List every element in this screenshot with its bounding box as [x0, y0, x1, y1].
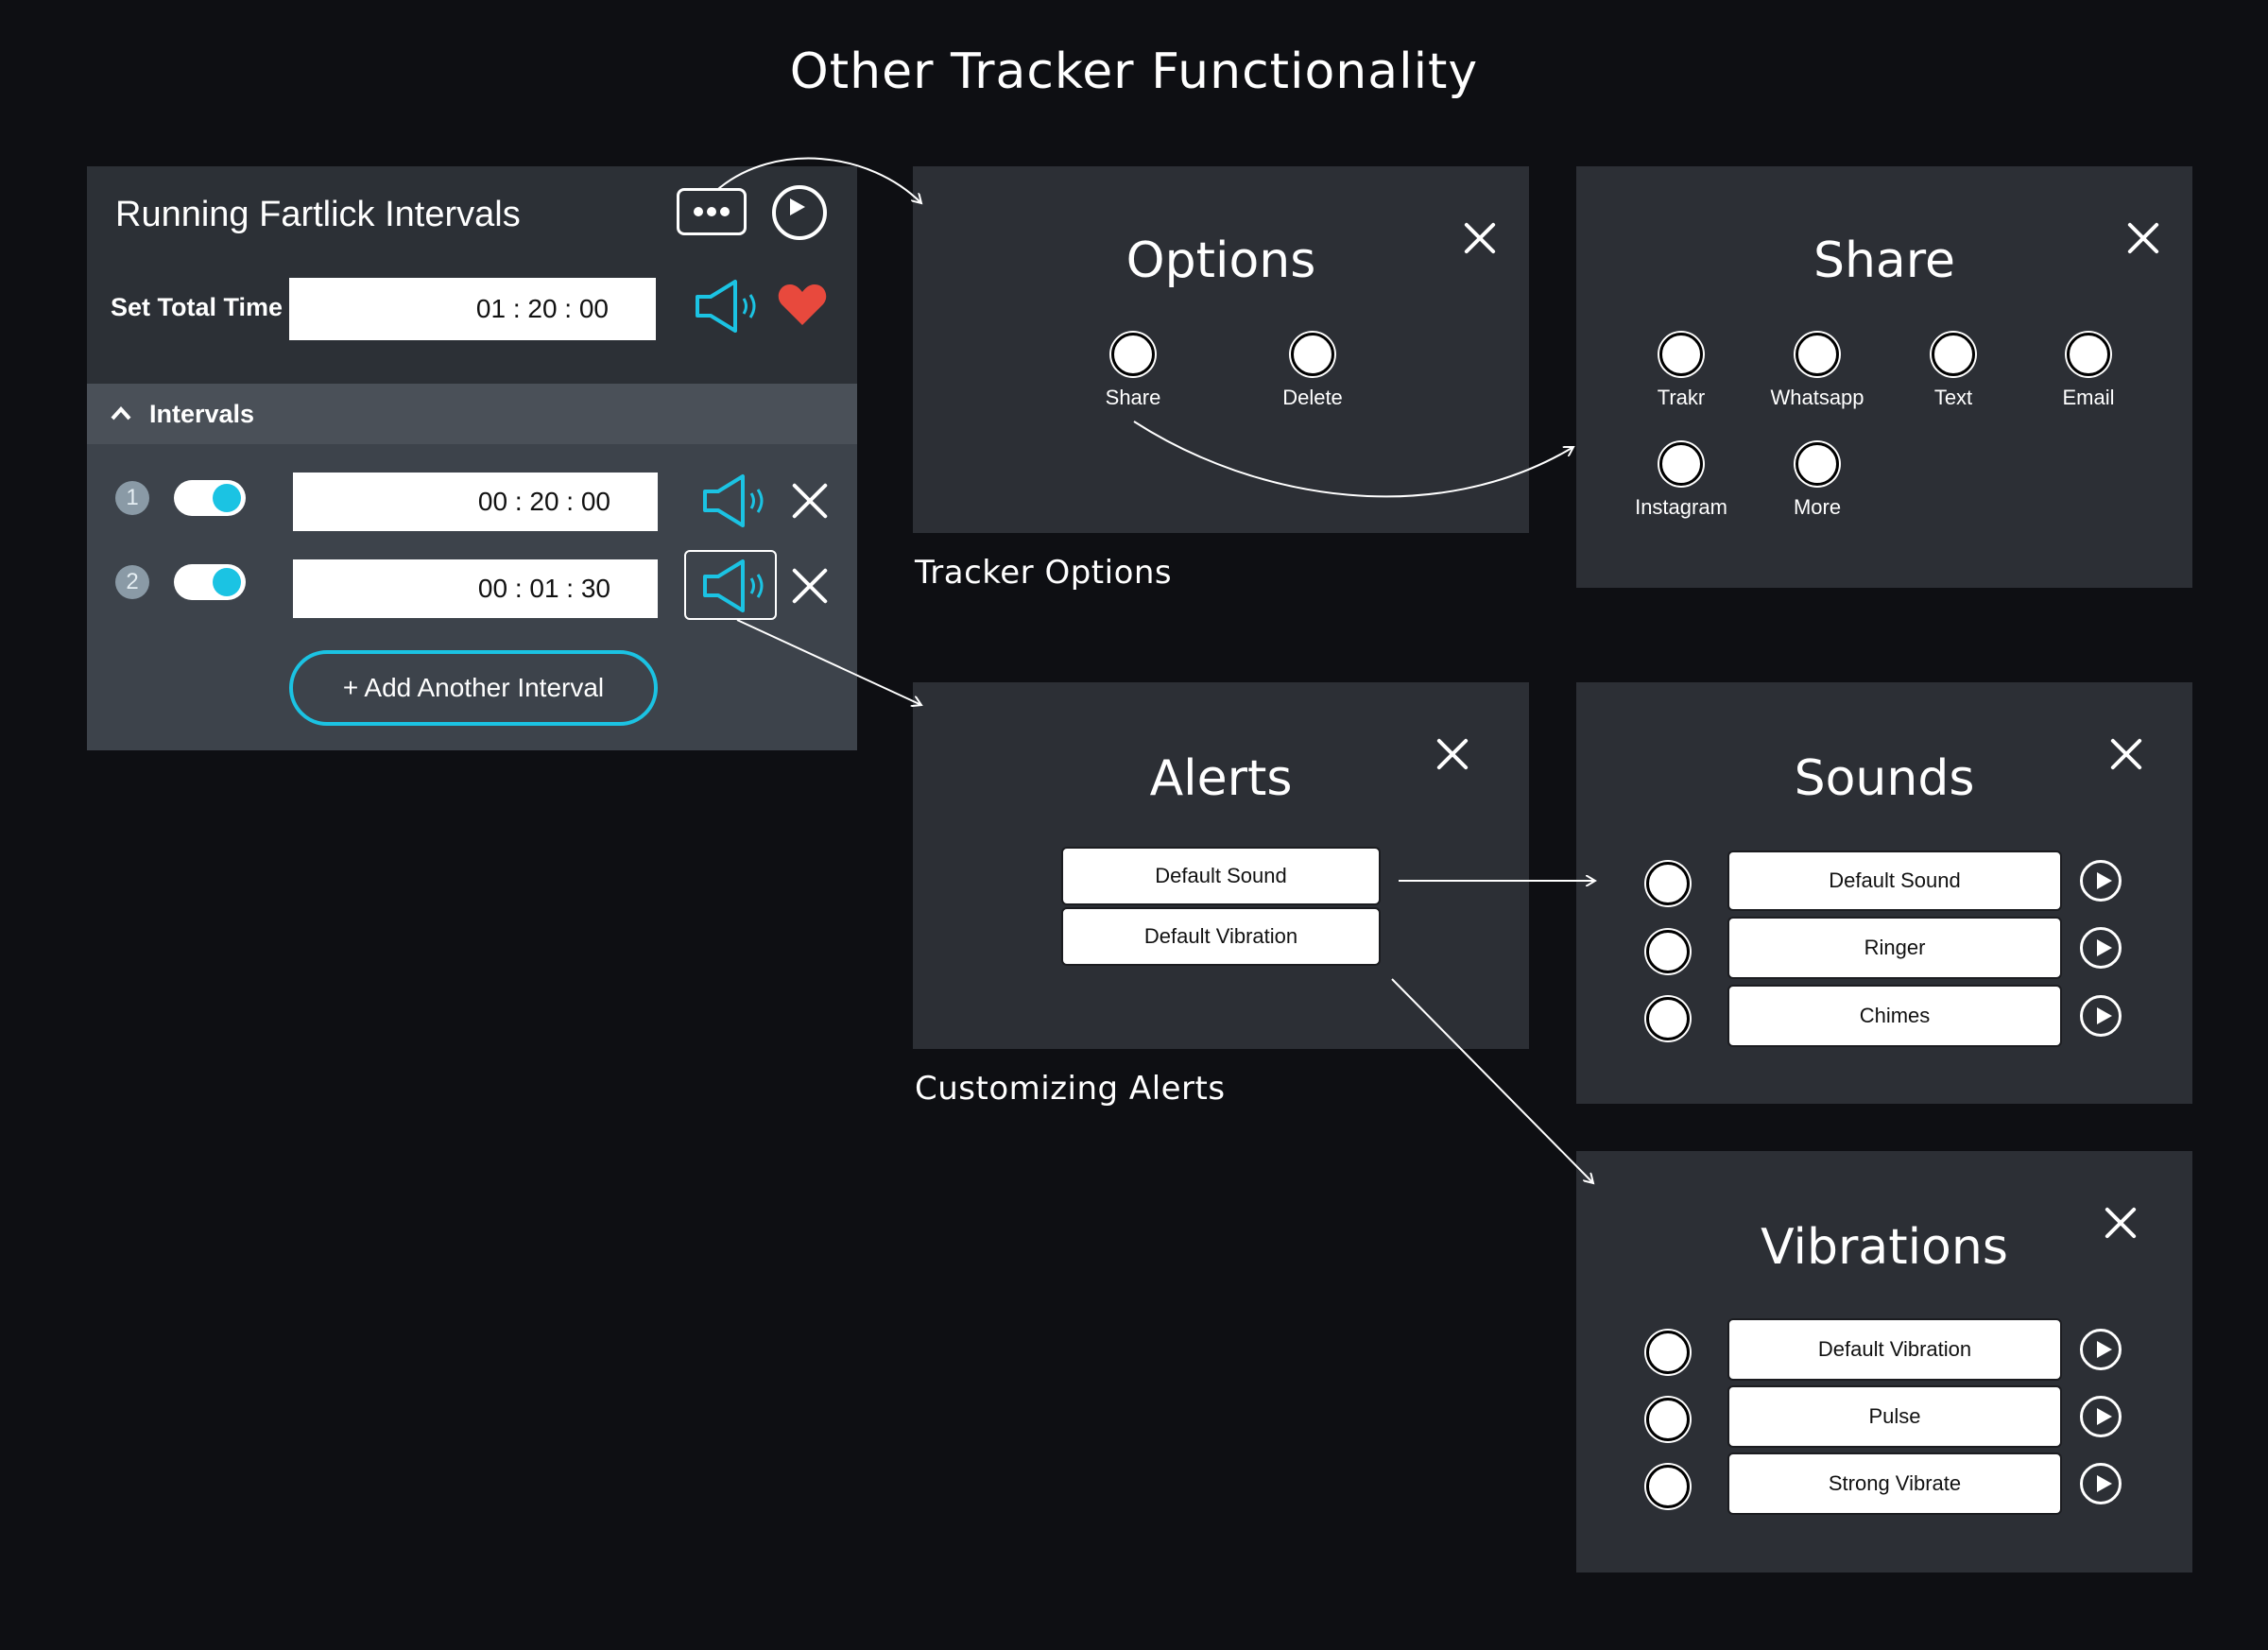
- vibrations-title: Vibrations: [1761, 1219, 2008, 1276]
- more-options-button[interactable]: [677, 188, 747, 235]
- share-whatsapp-button[interactable]: [1796, 333, 1839, 376]
- page-title: Other Tracker Functionality: [789, 43, 1479, 100]
- alerts-modal: Alerts Default Sound Default Vibration: [913, 682, 1529, 1049]
- share-email-button[interactable]: [2067, 333, 2110, 376]
- delete-option-label: Delete: [1282, 386, 1343, 409]
- vibration-option[interactable]: Strong Vibrate: [1727, 1452, 2062, 1515]
- options-title: Options: [1125, 232, 1316, 289]
- share-text-button[interactable]: [1932, 333, 1975, 376]
- close-icon[interactable]: [1435, 737, 1469, 771]
- vibration-option[interactable]: Pulse: [1727, 1385, 2062, 1448]
- remove-interval-icon[interactable]: [791, 482, 829, 520]
- share-title: Share: [1813, 232, 1956, 289]
- share-email-label: Email: [2062, 386, 2115, 409]
- delete-option-button[interactable]: [1291, 333, 1334, 376]
- interval-time-field[interactable]: 00 : 20 : 00: [293, 473, 658, 531]
- tracker-title: Running Fartlick Intervals: [115, 195, 521, 234]
- total-time-field[interactable]: 01 : 20 : 00: [289, 278, 656, 340]
- intervals-list: 1 00 : 20 : 00 2 00 : 01 : 30 + Add Anot…: [87, 444, 857, 750]
- share-more-button[interactable]: [1796, 442, 1839, 486]
- share-option-button[interactable]: [1111, 333, 1155, 376]
- play-preview-button[interactable]: [2080, 927, 2122, 969]
- interval-toggle[interactable]: [174, 480, 246, 516]
- play-preview-button[interactable]: [2080, 995, 2122, 1037]
- more-icon: [694, 207, 730, 216]
- default-sound-button[interactable]: Default Sound: [1061, 847, 1381, 905]
- vibrations-modal: Vibrations Default Vibration Pulse Stron…: [1576, 1151, 2192, 1573]
- interval-number-badge: 1: [115, 481, 149, 515]
- interval-toggle[interactable]: [174, 564, 246, 600]
- play-preview-button[interactable]: [2080, 860, 2122, 902]
- options-modal: Options Share Delete: [913, 166, 1529, 533]
- share-option-label: Share: [1105, 386, 1161, 409]
- sound-radio[interactable]: [1646, 997, 1690, 1040]
- heart-icon[interactable]: [777, 282, 828, 329]
- sound-icon[interactable]: [699, 473, 767, 529]
- play-preview-button[interactable]: [2080, 1396, 2122, 1437]
- close-icon[interactable]: [1463, 221, 1497, 255]
- interval-number-badge: 2: [115, 565, 149, 599]
- share-trakr-button[interactable]: [1659, 333, 1703, 376]
- customizing-alerts-caption: Customizing Alerts: [915, 1070, 1226, 1108]
- vibration-option[interactable]: Default Vibration: [1727, 1318, 2062, 1381]
- sound-radio[interactable]: [1646, 862, 1690, 905]
- sound-radio[interactable]: [1646, 930, 1690, 973]
- share-modal: Share Trakr Whatsapp Text Email Instagra…: [1576, 166, 2192, 588]
- default-vibration-button[interactable]: Default Vibration: [1061, 907, 1381, 966]
- tracker-panel: Running Fartlick Intervals Set Total Tim…: [87, 166, 857, 750]
- share-instagram-button[interactable]: [1659, 442, 1703, 486]
- close-icon[interactable]: [2126, 221, 2160, 255]
- intervals-section-header[interactable]: Intervals: [87, 384, 857, 444]
- share-more-label: More: [1793, 495, 1842, 519]
- chevron-up-icon: [111, 406, 131, 421]
- tracker-options-caption: Tracker Options: [915, 554, 1173, 592]
- sounds-title: Sounds: [1794, 750, 1975, 807]
- close-icon[interactable]: [2109, 737, 2143, 771]
- sound-icon: [703, 559, 764, 612]
- close-icon[interactable]: [2104, 1206, 2138, 1240]
- sound-option[interactable]: Default Sound: [1727, 851, 2062, 911]
- intervals-label: Intervals: [149, 400, 255, 428]
- sound-option[interactable]: Chimes: [1727, 985, 2062, 1047]
- play-preview-button[interactable]: [2080, 1329, 2122, 1370]
- set-total-time-label: Set Total Time: [111, 293, 284, 321]
- play-preview-button[interactable]: [2080, 1463, 2122, 1504]
- interval-time-field[interactable]: 00 : 01 : 30: [293, 559, 658, 618]
- sound-icon[interactable]: [692, 278, 760, 335]
- sound-option[interactable]: Ringer: [1727, 917, 2062, 979]
- play-tracker-button[interactable]: [772, 185, 827, 240]
- vibration-radio[interactable]: [1646, 1465, 1690, 1508]
- tracker-header: Running Fartlick Intervals Set Total Tim…: [87, 166, 857, 384]
- add-interval-button[interactable]: + Add Another Interval: [289, 650, 658, 726]
- vibration-radio[interactable]: [1646, 1398, 1690, 1441]
- remove-interval-icon[interactable]: [791, 567, 829, 605]
- vibration-radio[interactable]: [1646, 1331, 1690, 1374]
- sound-button-selected[interactable]: [684, 550, 777, 620]
- sounds-modal: Sounds Default Sound Ringer Chimes: [1576, 682, 2192, 1104]
